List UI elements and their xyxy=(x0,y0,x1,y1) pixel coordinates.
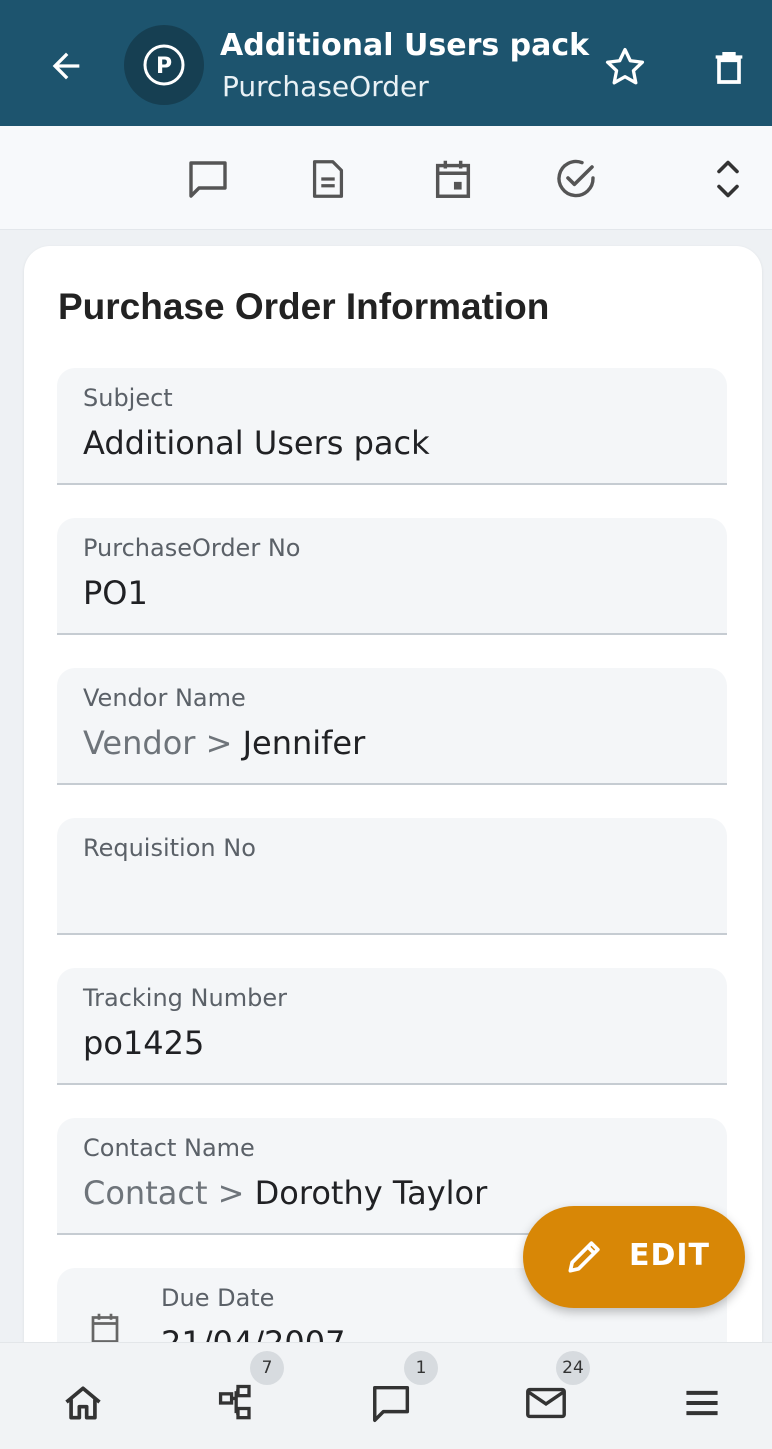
comments-badge: 1 xyxy=(404,1351,438,1385)
edit-button-label: EDIT xyxy=(629,1238,711,1273)
pencil-icon xyxy=(568,1241,600,1273)
nav-related[interactable]: 7 xyxy=(208,1351,284,1433)
avatar-letter: P xyxy=(156,54,172,79)
field-value-container: Contact > Dorothy Taylor xyxy=(83,1174,487,1212)
record-avatar: P xyxy=(124,25,204,105)
avatar-circle-icon: P xyxy=(143,44,185,86)
back-button[interactable] xyxy=(40,40,92,92)
section-title: Purchase Order Information xyxy=(58,286,550,327)
related-badge: 7 xyxy=(250,1351,284,1385)
nav-mail[interactable]: 24 xyxy=(516,1351,590,1433)
expand-collapse-icon xyxy=(717,160,739,198)
field-value: po1425 xyxy=(83,1024,205,1062)
purchase-order-no-field[interactable]: PurchaseOrder No PO1 xyxy=(57,518,727,635)
field-label: PurchaseOrder No xyxy=(83,534,301,562)
field-value: PO1 xyxy=(83,574,148,612)
action-toolbar xyxy=(0,126,772,230)
delete-button[interactable] xyxy=(704,42,754,92)
subject-field[interactable]: Subject Additional Users pack xyxy=(57,368,727,485)
favorite-button[interactable] xyxy=(600,42,650,92)
comment-icon xyxy=(189,161,227,198)
vendor-name-field[interactable]: Vendor Name Vendor > Jennifer xyxy=(57,668,727,785)
field-value[interactable]: Dorothy Taylor xyxy=(255,1174,488,1212)
field-value: Additional Users pack xyxy=(83,424,430,462)
tasks-button[interactable] xyxy=(549,152,603,206)
nav-comments[interactable]: 1 xyxy=(362,1351,438,1433)
field-value[interactable]: Jennifer xyxy=(243,724,366,762)
screen: P Additional Users pack PurchaseOrder Pu… xyxy=(0,0,772,1449)
home-icon xyxy=(65,1386,101,1420)
chat-icon xyxy=(373,1385,410,1422)
page-title: Additional Users pack xyxy=(220,28,590,63)
nav-home[interactable] xyxy=(53,1373,113,1433)
document-icon xyxy=(312,160,344,198)
field-label: Subject xyxy=(83,384,173,412)
field-prefix: Contact > xyxy=(83,1174,255,1212)
menu-icon xyxy=(686,1390,718,1416)
mail-icon xyxy=(526,1387,566,1419)
field-label: Contact Name xyxy=(83,1134,255,1162)
field-value-container: Vendor > Jennifer xyxy=(83,724,365,762)
edit-button[interactable]: EDIT xyxy=(523,1206,745,1308)
mail-badge: 24 xyxy=(556,1351,590,1385)
requisition-no-field[interactable]: Requisition No xyxy=(57,818,727,935)
field-prefix: Vendor > xyxy=(83,724,243,762)
expand-collapse-button[interactable] xyxy=(701,152,755,206)
field-label: Tracking Number xyxy=(83,984,287,1012)
documents-button[interactable] xyxy=(301,152,355,206)
page-subtitle: PurchaseOrder xyxy=(222,70,429,103)
trash-icon xyxy=(715,52,743,84)
tracking-number-field[interactable]: Tracking Number po1425 xyxy=(57,968,727,1085)
calendar-icon xyxy=(435,160,471,198)
hierarchy-icon xyxy=(218,1384,251,1420)
nav-menu[interactable] xyxy=(672,1373,732,1433)
comments-button[interactable] xyxy=(181,152,235,206)
bottom-navigation: 7 1 24 xyxy=(0,1342,772,1449)
app-bar: P Additional Users pack PurchaseOrder xyxy=(0,0,772,126)
arrow-left-icon xyxy=(52,52,80,80)
star-outline-icon xyxy=(605,47,645,85)
check-circle-icon xyxy=(557,159,595,198)
field-label: Requisition No xyxy=(83,834,256,862)
calendar-button[interactable] xyxy=(426,152,480,206)
field-label: Due Date xyxy=(161,1284,275,1312)
field-label: Vendor Name xyxy=(83,684,246,712)
